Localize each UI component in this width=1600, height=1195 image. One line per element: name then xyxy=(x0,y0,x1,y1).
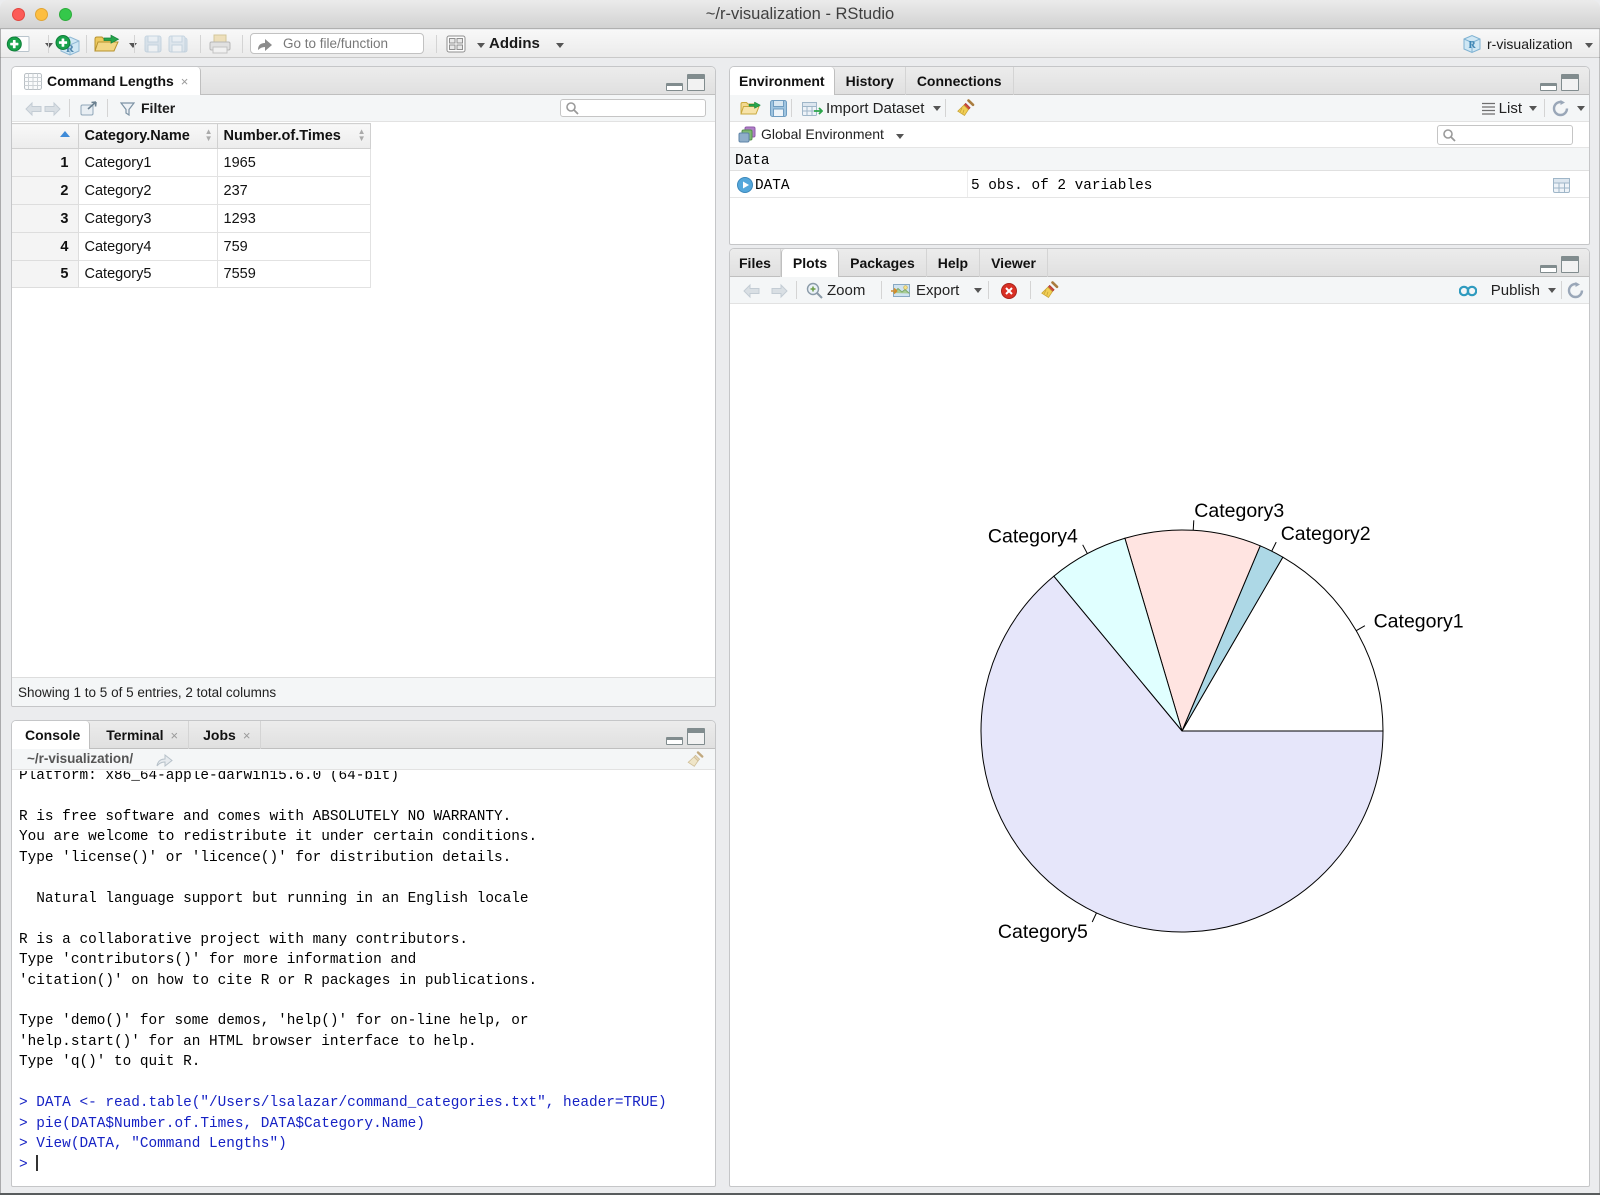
svg-text:Category3: Category3 xyxy=(1194,500,1284,522)
svg-text:Category1: Category1 xyxy=(1374,610,1464,632)
svg-text:Category5: Category5 xyxy=(998,921,1088,943)
svg-text:R: R xyxy=(1469,40,1477,51)
svg-text:Category4: Category4 xyxy=(988,526,1078,548)
svg-text:Category2: Category2 xyxy=(1281,523,1371,545)
